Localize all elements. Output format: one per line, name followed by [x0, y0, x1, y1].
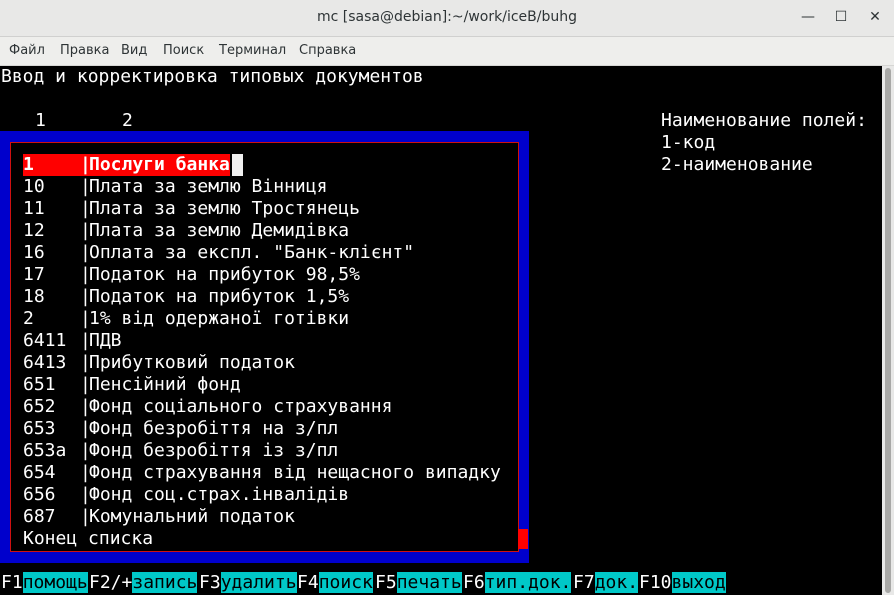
row-code[interactable]: 17 [23, 264, 81, 286]
row-code[interactable]: 16 [23, 242, 81, 264]
row-separator: | [80, 176, 91, 197]
fkey-f6-button[interactable]: F6тип.док. [463, 572, 572, 594]
fkey-f5-button[interactable]: F5печать [375, 572, 462, 594]
menu-search[interactable]: Поиск [163, 43, 204, 58]
scrollbar-thumb[interactable] [885, 68, 891, 593]
row-code[interactable]: 687 [23, 506, 81, 528]
row-code[interactable]: 12 [23, 220, 81, 242]
row-code[interactable]: 2 [23, 308, 81, 330]
fkey-number: F4 [297, 572, 319, 593]
row-name[interactable]: Фонд соц.страх.інвалідів [89, 484, 349, 506]
row-code[interactable]: 651 [23, 374, 81, 396]
list-end-label: Конец списка [23, 528, 154, 549]
row-name[interactable]: Фонд соціального страхування [89, 396, 392, 418]
close-button[interactable]: ✕ [866, 8, 884, 26]
row-name[interactable]: Плата за землю Тростянець [89, 198, 360, 220]
row-separator: | [80, 506, 91, 527]
field-description-2: 2-наименование [661, 154, 813, 175]
fkey-label: док. [594, 572, 639, 593]
menu-edit[interactable]: Правка [60, 43, 109, 58]
fkey-label: помощь [22, 572, 88, 593]
column-number-2: 2 [122, 110, 133, 131]
row-code[interactable]: 656 [23, 484, 81, 506]
row-name[interactable]: 1% від одержаної готівки [89, 308, 349, 330]
fkey-number: F1 [1, 572, 23, 593]
fkey-label: тип.док. [484, 572, 572, 593]
row-name[interactable]: Прибутковий податок [89, 352, 295, 374]
menu-help[interactable]: Справка [299, 43, 356, 58]
list-scroll-marker [518, 529, 528, 549]
row-separator: | [80, 154, 91, 176]
row-name[interactable]: Комунальний податок [89, 506, 295, 528]
menu-file[interactable]: Файл [9, 43, 45, 58]
row-separator: | [80, 220, 91, 241]
row-separator: | [80, 418, 91, 439]
row-code[interactable]: 6411 [23, 330, 81, 352]
row-separator: | [80, 396, 91, 417]
row-separator: | [80, 308, 91, 329]
row-name[interactable]: Оплата за експл. "Банк-клієнт" [89, 242, 414, 264]
fkey-number: F7 [573, 572, 595, 593]
row-name[interactable]: Плата за землю Демидівка [89, 220, 349, 242]
terminal-scrollbar[interactable] [882, 66, 894, 595]
row-separator: | [80, 484, 91, 505]
fkey-f2-button[interactable]: F2/+запись [89, 572, 198, 594]
row-name[interactable]: ПДВ [89, 330, 122, 352]
fkey-f10-button[interactable]: F10выход [639, 572, 726, 594]
fkey-number: F2/+ [89, 572, 133, 593]
fkey-number: F10 [639, 572, 672, 593]
fkey-f4-button[interactable]: F4поиск [297, 572, 373, 594]
row-code[interactable]: 18 [23, 286, 81, 308]
column-number-1: 1 [35, 110, 46, 131]
row-separator: | [80, 352, 91, 373]
fkey-label: поиск [318, 572, 373, 593]
fkey-label: выход [671, 572, 726, 593]
text-cursor [232, 154, 243, 176]
row-name[interactable]: Пенсійний фонд [89, 374, 241, 396]
field-description-1: 1-код [661, 132, 716, 153]
fkey-label: печать [396, 572, 462, 593]
row-code[interactable]: 654 [23, 462, 81, 484]
row-separator: | [80, 440, 91, 461]
row-name[interactable]: Фонд безробіття на з/пл [89, 418, 338, 440]
menu-terminal[interactable]: Терминал [219, 43, 286, 58]
row-separator: | [80, 330, 91, 351]
row-code[interactable]: 6413 [23, 352, 81, 374]
minimize-button[interactable]: — [799, 8, 817, 26]
fkey-label: запись [132, 572, 198, 593]
row-code[interactable]: 653а [23, 440, 81, 462]
row-separator: | [80, 242, 91, 263]
selected-row-name[interactable]: Послуги банка [89, 154, 230, 176]
window-titlebar: mc [sasa@debian]:~/work/iceB/buhg — ☐ ✕ [0, 0, 894, 37]
menu-bar: Файл Правка Вид Поиск Терминал Справка [0, 37, 894, 66]
fkey-number: F6 [463, 572, 485, 593]
row-separator: | [80, 374, 91, 395]
window-title: mc [sasa@debian]:~/work/iceB/buhg [317, 9, 577, 25]
fkey-f1-button[interactable]: F1помощь [1, 572, 88, 594]
maximize-button[interactable]: ☐ [832, 8, 850, 26]
row-separator: | [80, 286, 91, 307]
selected-row-code[interactable]: 1 [23, 154, 81, 176]
fkey-number: F5 [375, 572, 397, 593]
screen-heading: Ввод и корректировка типовых документов [1, 66, 424, 87]
fields-title: Наименование полей: [661, 110, 867, 131]
row-name[interactable]: Фонд страхування від нещасного випадку [89, 462, 501, 484]
row-code[interactable]: 652 [23, 396, 81, 418]
row-separator: | [80, 264, 91, 285]
menu-view[interactable]: Вид [121, 43, 147, 58]
row-name[interactable]: Податок на прибуток 1,5% [89, 286, 349, 308]
row-name[interactable]: Податок на прибуток 98,5% [89, 264, 360, 286]
fkey-number: F3 [199, 572, 221, 593]
row-name[interactable]: Плата за землю Вінниця [89, 176, 327, 198]
fkey-f7-button[interactable]: F7док. [573, 572, 639, 594]
row-code[interactable]: 10 [23, 176, 81, 198]
fkey-label: удалить [220, 572, 297, 593]
row-name[interactable]: Фонд безробіття із з/пл [89, 440, 338, 462]
row-separator: | [80, 198, 91, 219]
row-code[interactable]: 11 [23, 198, 81, 220]
fkey-f3-button[interactable]: F3удалить [199, 572, 297, 594]
row-separator: | [80, 462, 91, 483]
row-code[interactable]: 653 [23, 418, 81, 440]
